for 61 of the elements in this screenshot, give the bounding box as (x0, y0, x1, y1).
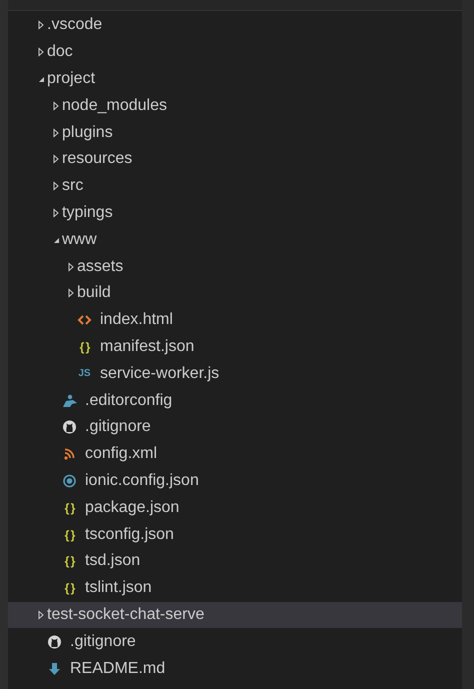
folder-name: src (62, 177, 84, 196)
tree-row[interactable]: project (8, 66, 462, 92)
tree-row[interactable]: { } tsd.json (8, 548, 462, 575)
file-name: tsconfig.json (85, 526, 174, 544)
tree-row[interactable]: resources (8, 146, 462, 173)
folder-name: typings (62, 204, 113, 222)
folder-name: .vscode (47, 16, 102, 34)
braces-icon: { } (62, 528, 77, 542)
braces-icon: { } (62, 500, 77, 515)
tree-row[interactable]: JS service-worker.js (8, 360, 462, 388)
file-name: service-worker.js (100, 364, 220, 383)
tree-row[interactable]: www (8, 226, 462, 254)
circle-icon (62, 474, 77, 488)
file-name: manifest.json (100, 338, 194, 356)
tree-row[interactable]: .editorconfig (8, 387, 462, 414)
file-name: README.md (70, 660, 166, 678)
tree-row[interactable]: { } tslint.json (8, 574, 462, 602)
file-name: package.json (85, 498, 180, 517)
tree-row[interactable]: typings (8, 200, 462, 226)
tree-row[interactable]: src (8, 172, 462, 200)
folder-name: test-socket-chat-serve (47, 606, 204, 624)
file-name: index.html (100, 311, 173, 330)
file-name: .gitignore (85, 418, 151, 436)
tree-row[interactable]: .gitignore (8, 414, 462, 441)
braces-icon: { } (77, 340, 92, 354)
tree-row[interactable]: ionic.config.json (8, 468, 462, 494)
tree-row[interactable]: index.html (8, 306, 462, 334)
tree-row[interactable]: README.md (8, 655, 462, 682)
folder-name: project (47, 70, 96, 88)
figure-icon (62, 394, 77, 408)
tree-row[interactable]: .gitignore (8, 628, 462, 656)
file-name: tslint.json (85, 579, 152, 598)
tree-row[interactable]: plugins (8, 119, 462, 146)
tree-row[interactable]: .vscode (8, 12, 462, 39)
tree-row[interactable]: { } package.json (8, 494, 462, 522)
file-name: ionic.config.json (85, 472, 199, 490)
tree-row[interactable]: { } tsconfig.json (8, 521, 462, 548)
folder-name: build (77, 284, 111, 302)
rss-icon (62, 447, 77, 462)
file-name: tsd.json (85, 552, 140, 570)
selected-tree-row[interactable]: test-socket-chat-serve (8, 602, 462, 628)
folder-name: resources (62, 150, 132, 168)
tree-row[interactable]: config.xml (8, 440, 462, 468)
file-name: config.xml (85, 445, 158, 464)
tree-row[interactable]: build (8, 280, 462, 307)
tree-row[interactable]: assets (8, 253, 462, 280)
tree-row[interactable]: { } manifest.json (8, 334, 462, 360)
js-icon: JS (77, 368, 92, 380)
tree-row[interactable]: doc (8, 38, 462, 66)
tree-row[interactable]: node_modules (8, 92, 462, 120)
folder-name: assets (77, 258, 124, 276)
file-name: .gitignore (70, 632, 136, 651)
folder-name: www (62, 230, 97, 249)
down-arrow-icon (47, 662, 62, 676)
folder-name: doc (47, 43, 73, 62)
folder-name: plugins (62, 124, 113, 142)
file-name: .editorconfig (85, 392, 172, 410)
code-icon (77, 313, 92, 328)
braces-icon: { } (62, 581, 77, 596)
folder-name: node_modules (62, 96, 167, 115)
braces-icon: { } (62, 554, 77, 568)
